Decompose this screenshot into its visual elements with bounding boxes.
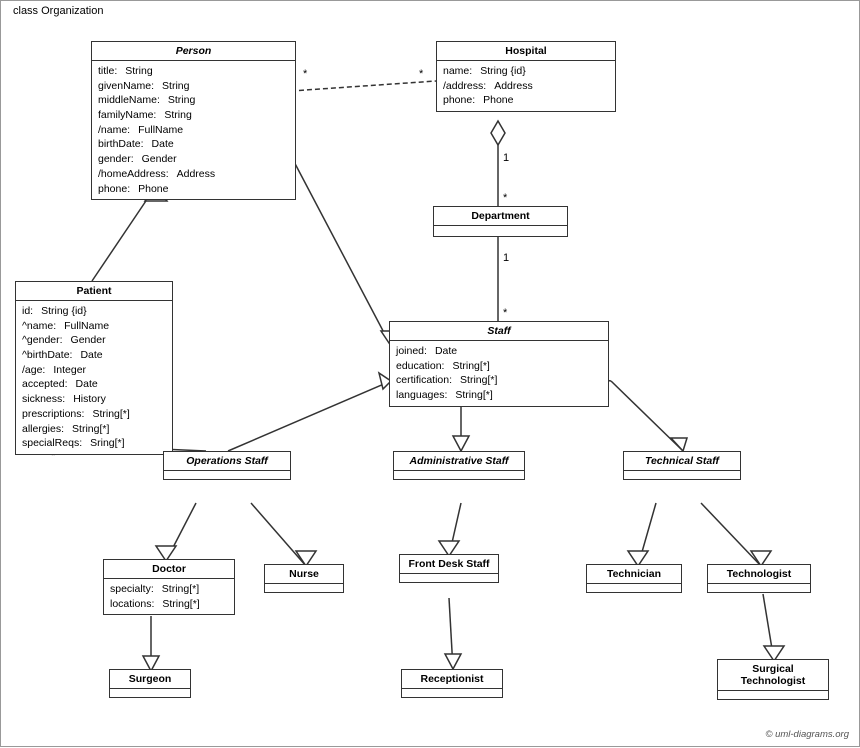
class-front-desk-body bbox=[400, 574, 498, 582]
class-admin-staff-header: Administrative Staff bbox=[394, 452, 524, 471]
class-surgeon: Surgeon bbox=[109, 669, 191, 698]
class-technician-body bbox=[587, 584, 681, 592]
class-surgical-tech-header: Surgical Technologist bbox=[718, 660, 828, 691]
class-patient-body: id:String {id} ^name:FullName ^gender:Ge… bbox=[16, 301, 172, 454]
class-department: Department bbox=[433, 206, 568, 237]
class-front-desk-header: Front Desk Staff bbox=[400, 555, 498, 574]
class-surgeon-body bbox=[110, 689, 190, 697]
copyright: © uml-diagrams.org bbox=[765, 729, 849, 740]
class-doctor-body: specialty:String[*] locations:String[*] bbox=[104, 579, 234, 614]
class-staff: Staff joined:Date education:String[*] ce… bbox=[389, 321, 609, 407]
svg-text:1: 1 bbox=[503, 252, 509, 264]
class-technician: Technician bbox=[586, 564, 682, 593]
svg-text:*: * bbox=[303, 68, 308, 80]
class-ops-staff-header: Operations Staff bbox=[164, 452, 290, 471]
class-hospital-body: name:String {id} /address:Address phone:… bbox=[437, 61, 615, 111]
svg-text:*: * bbox=[419, 68, 424, 80]
class-ops-staff-body bbox=[164, 471, 290, 479]
class-receptionist: Receptionist bbox=[401, 669, 503, 698]
class-person-body: title:String givenName:String middleName… bbox=[92, 61, 295, 199]
class-staff-header: Staff bbox=[390, 322, 608, 341]
class-doctor: Doctor specialty:String[*] locations:Str… bbox=[103, 559, 235, 615]
class-technologist: Technologist bbox=[707, 564, 811, 593]
class-technologist-body bbox=[708, 584, 810, 592]
class-admin-staff: Administrative Staff bbox=[393, 451, 525, 480]
class-nurse: Nurse bbox=[264, 564, 344, 593]
diagram-title: class Organization bbox=[9, 5, 108, 17]
class-patient: Patient id:String {id} ^name:FullName ^g… bbox=[15, 281, 173, 455]
svg-text:*: * bbox=[503, 192, 508, 204]
class-department-body bbox=[434, 226, 567, 236]
class-technologist-header: Technologist bbox=[708, 565, 810, 584]
class-nurse-header: Nurse bbox=[265, 565, 343, 584]
class-person: Person title:String givenName:String mid… bbox=[91, 41, 296, 200]
class-nurse-body bbox=[265, 584, 343, 592]
class-surgical-tech-body bbox=[718, 691, 828, 699]
class-tech-staff-header: Technical Staff bbox=[624, 452, 740, 471]
svg-text:1: 1 bbox=[503, 152, 509, 164]
class-ops-staff: Operations Staff bbox=[163, 451, 291, 480]
class-surgeon-header: Surgeon bbox=[110, 670, 190, 689]
class-admin-staff-body bbox=[394, 471, 524, 479]
diagram-container: class Organization * * 1 * 1 * * * bbox=[0, 0, 860, 747]
class-person-header: Person bbox=[92, 42, 295, 61]
class-receptionist-body bbox=[402, 689, 502, 697]
class-patient-header: Patient bbox=[16, 282, 172, 301]
class-hospital: Hospital name:String {id} /address:Addre… bbox=[436, 41, 616, 112]
class-surgical-tech: Surgical Technologist bbox=[717, 659, 829, 700]
class-hospital-header: Hospital bbox=[437, 42, 615, 61]
svg-text:*: * bbox=[503, 307, 508, 319]
class-technician-header: Technician bbox=[587, 565, 681, 584]
class-department-header: Department bbox=[434, 207, 567, 226]
class-front-desk: Front Desk Staff bbox=[399, 554, 499, 583]
class-tech-staff: Technical Staff bbox=[623, 451, 741, 480]
class-doctor-header: Doctor bbox=[104, 560, 234, 579]
class-staff-body: joined:Date education:String[*] certific… bbox=[390, 341, 608, 406]
class-receptionist-header: Receptionist bbox=[402, 670, 502, 689]
class-tech-staff-body bbox=[624, 471, 740, 479]
